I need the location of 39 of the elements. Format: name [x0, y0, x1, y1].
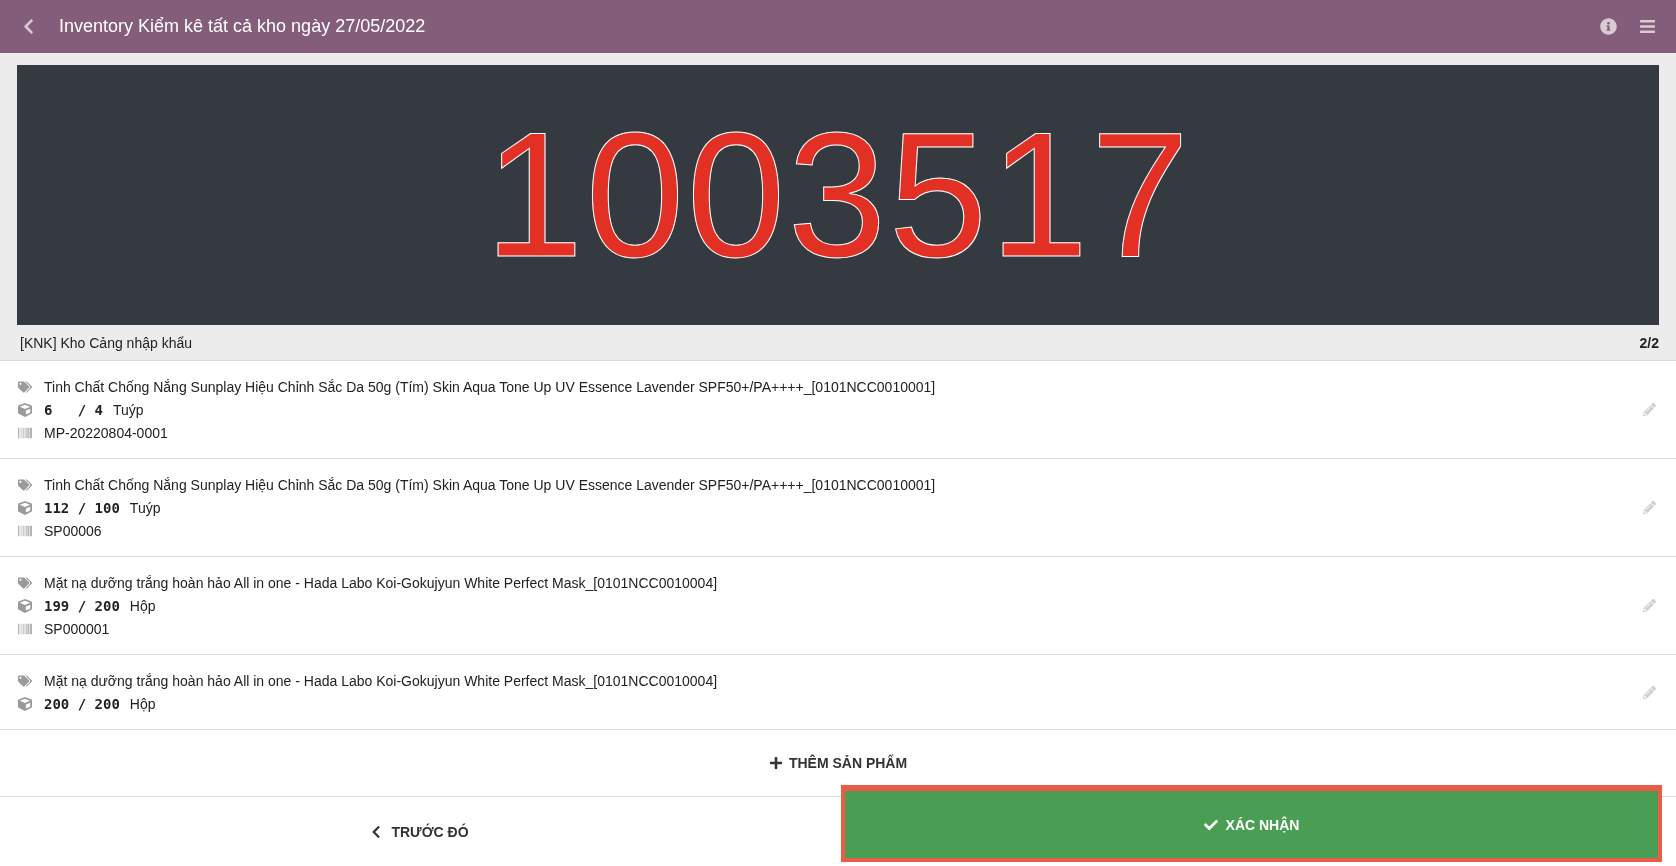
barcode: SP00006: [44, 522, 102, 539]
info-icon[interactable]: [1600, 18, 1617, 35]
pencil-icon[interactable]: [1643, 685, 1656, 699]
product-name: Mặt nạ dưỡng trắng hoàn hảo All in one - Hada Labo Koi-Gokujyun White Perfect Mask_[0101NCC0010004]: [44, 574, 718, 591]
quantity: 200 / 200: [44, 695, 120, 712]
quantity: 6 / 4: [44, 401, 103, 418]
location-name: [KNK] Kho Cảng nhập khẩu: [20, 334, 192, 351]
pencil-icon[interactable]: [1643, 403, 1656, 416]
plus-icon: [768, 756, 783, 770]
check-icon: [1203, 817, 1218, 832]
tags-icon: [18, 477, 34, 492]
barcode-icon: [18, 523, 34, 538]
unit: Hộp: [129, 695, 156, 712]
quantity: 199 / 200: [44, 597, 120, 614]
cube-icon: [18, 402, 34, 417]
product-name: Mặt nạ dưỡng trắng hoàn hảo All in one - Hada Labo Koi-Gokujyun White Perfect Mask_[0101NCC0010004]: [44, 672, 718, 689]
cube-icon: [18, 696, 34, 711]
cube-icon: [18, 598, 34, 613]
menu-icon[interactable]: [1639, 18, 1656, 35]
tags-icon: [18, 575, 34, 590]
barcode: SP000001: [44, 620, 110, 637]
pencil-icon[interactable]: [1643, 501, 1656, 514]
cube-icon: [18, 500, 34, 515]
add-product-button[interactable]: THÊM SẢN PHẨM: [762, 754, 914, 772]
product-name: Tinh Chất Chống Nắng Sunplay Hiệu Chỉnh Sắc Da 50g (Tím) Skin Aqua Tone Up UV Essence Lavender SPF50+/PA++++_[0101NCC0010001]: [44, 378, 936, 395]
pencil-icon[interactable]: [1643, 599, 1656, 612]
scanned-code: 1003517: [484, 106, 1192, 284]
barcode: MP-20220804-0001: [44, 424, 168, 441]
unit: Tuýp: [129, 499, 161, 516]
unit: Tuýp: [113, 401, 144, 418]
page-counter: 2/2: [1639, 334, 1659, 351]
tags-icon: [18, 673, 34, 688]
quantity: 112 / 100: [44, 499, 120, 516]
product-name: Tinh Chất Chống Nắng Sunplay Hiệu Chỉnh Sắc Da 50g (Tím) Skin Aqua Tone Up UV Essence Lavender SPF50+/PA++++_[0101NCC0010001]: [44, 476, 936, 493]
page-title: Inventory Kiểm kê tất cả kho ngày 27/05/2022: [59, 16, 427, 37]
unit: Hộp: [129, 597, 156, 614]
tags-icon: [18, 379, 34, 394]
barcode-icon: [18, 425, 34, 440]
barcode-icon: [18, 621, 34, 636]
